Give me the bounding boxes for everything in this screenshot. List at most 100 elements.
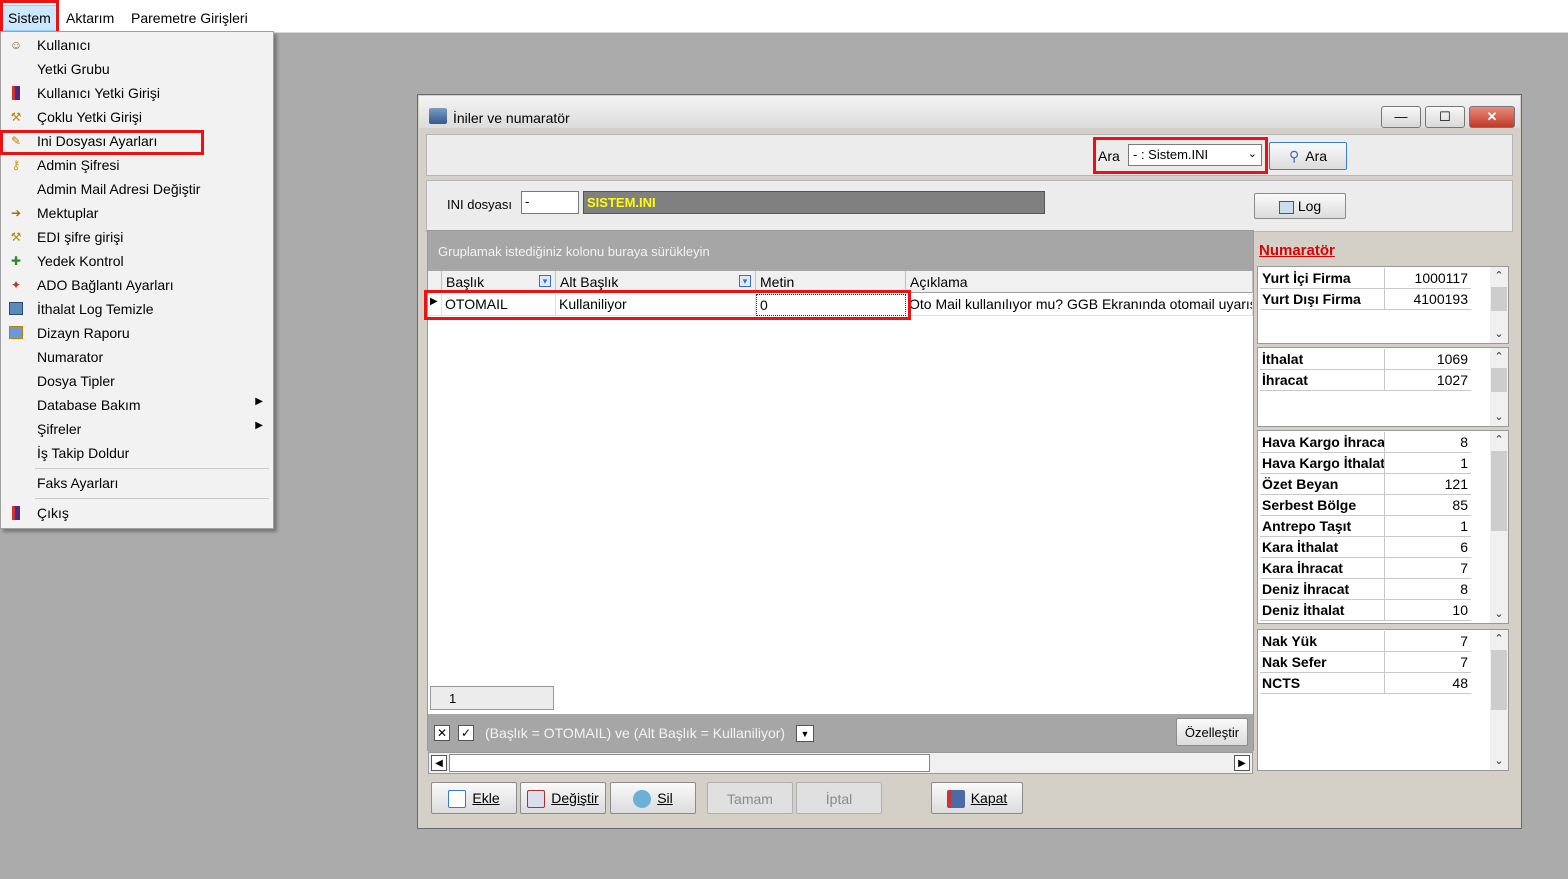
numarator-row[interactable]: Antrepo Taşıt 1 [1260,516,1471,537]
tamam-button[interactable]: Tamam [707,782,793,814]
cell-alt-baslik[interactable]: Kullaniliyor [556,294,756,316]
ini-grid: Gruplamak istediğiniz kolonu buraya sürü… [427,230,1254,752]
menu-item-faks-ayarlari[interactable]: Faks Ayarları [1,472,273,496]
numarator-row[interactable]: Hava Kargo İthalat 1 [1260,453,1471,474]
menu-item-dosya-tipler[interactable]: Dosya Tipler [1,370,273,394]
log-button[interactable]: Log [1254,193,1346,219]
menu-item-kullanici[interactable]: ☺ Kullanıcı [1,34,273,58]
iptal-button[interactable]: İptal [796,782,882,814]
log-icon [8,301,24,317]
numarator-row[interactable]: NCTS 48 [1260,673,1471,694]
column-header-baslik[interactable]: Başlık ▾ [442,271,556,293]
menu-item-ithalat-log-temizle[interactable]: İthalat Log Temizle [1,298,273,322]
numarator-title: Numaratör [1259,242,1335,259]
report-icon [8,325,24,341]
numarator-row[interactable]: Yurt İçi Firma 1000117 [1260,268,1471,289]
numarator-row[interactable]: İthalat 1069 [1260,349,1471,370]
ekle-button[interactable]: Ekle [431,782,517,814]
menu-item-mektuplar[interactable]: ➔ Mektuplar [1,202,273,226]
chevron-down-icon[interactable]: ⌄ [1490,752,1508,770]
vertical-scrollbar[interactable]: ⌃ ⌄ [1490,267,1508,343]
cell-baslik[interactable]: OTOMAIL [442,294,556,316]
menu-item-kullanici-yetki-girisi[interactable]: Kullanıcı Yetki Girişi [1,82,273,106]
menubar: Sistem Aktarım Paremetre Girişleri [0,0,1568,33]
minimize-button[interactable]: — [1381,106,1421,128]
chevron-down-icon[interactable]: ⌄ [1490,325,1508,343]
filter-icon[interactable]: ▾ [739,275,751,287]
cell-aciklama[interactable]: Oto Mail kullanılıyor mu? GGB Ekranında … [906,294,1253,316]
chevron-up-icon[interactable]: ⌃ [1490,431,1508,449]
numarator-row[interactable]: Kara İthalat 6 [1260,537,1471,558]
menu-paremetre-girisleri[interactable]: Paremetre Girişleri [131,10,248,26]
menu-item-database-bakim[interactable]: Database Bakım ▶ [1,394,273,418]
numarator-row[interactable]: Nak Yük 7 [1260,631,1471,652]
numarator-group-tasima: Hava Kargo İhracat 8 Hava Kargo İthalat 1 … [1257,430,1509,624]
column-header-alt-baslik[interactable]: Alt Başlık ▾ [556,271,756,293]
cell-metin[interactable]: 0 [756,294,906,316]
chevron-up-icon[interactable]: ⌃ [1490,348,1508,366]
chevron-down-icon[interactable]: ⌄ [1490,605,1508,623]
row-indicator-icon: ▶ [428,294,442,316]
vertical-scrollbar[interactable]: ⌃ ⌄ [1490,431,1508,623]
maximize-button[interactable]: ☐ [1425,106,1465,128]
scroll-thumb[interactable] [449,754,930,772]
scroll-left-icon[interactable]: ◀ [431,755,447,771]
chevron-up-icon[interactable]: ⌃ [1490,630,1508,648]
numarator-row[interactable]: Özet Beyan 121 [1260,474,1471,495]
exit-icon [8,505,24,521]
menu-item-yedek-kontrol[interactable]: ✚ Yedek Kontrol [1,250,273,274]
edit-icon: ✎ [10,134,22,148]
chevron-down-icon[interactable]: ⌄ [1490,408,1508,426]
menu-sistem[interactable]: Sistem [2,5,57,31]
search-select[interactable]: - : Sistem.INI ⌄ [1128,144,1262,166]
menu-item-is-takip-doldur[interactable]: İş Takip Doldur [1,442,273,466]
ini-code-field[interactable]: - [521,191,579,214]
filter-dropdown-icon[interactable]: ▼ [796,725,814,742]
menu-item-dizayn-raporu[interactable]: Dizayn Raporu [1,322,273,346]
clear-filter-icon[interactable]: ✕ [434,725,450,741]
ini-panel: INI dosyası - SISTEM.INI Log [426,180,1513,232]
menu-item-coklu-yetki-girisi[interactable]: ⚒ Çoklu Yetki Girişi [1,106,273,130]
numarator-panel: Numaratör Yurt İçi Firma 1000117 Yurt Dış… [1257,233,1511,775]
column-header-metin[interactable]: Metin [756,271,906,293]
numarator-row[interactable]: Hava Kargo İhracat 8 [1260,432,1471,453]
scroll-thumb[interactable] [1491,650,1507,710]
numarator-row[interactable]: Kara İhracat 7 [1260,558,1471,579]
filter-active-checkbox[interactable]: ✓ [458,725,474,741]
numarator-row[interactable]: Deniz İthalat 10 [1260,600,1471,621]
scroll-thumb[interactable] [1491,287,1507,311]
horizontal-scrollbar[interactable]: ◀ ▶ [428,752,1253,774]
menu-item-admin-mail[interactable]: Admin Mail Adresi Değiştir [1,178,273,202]
menu-item-admin-sifresi[interactable]: ⚷ Admin Şifresi [1,154,273,178]
sil-button[interactable]: Sil [610,782,696,814]
menu-aktarim[interactable]: Aktarım [66,10,114,26]
kapat-button[interactable]: Kapat [931,782,1023,814]
scroll-thumb[interactable] [1491,368,1507,392]
numarator-row[interactable]: Deniz İhracat 8 [1260,579,1471,600]
vertical-scrollbar[interactable]: ⌃ ⌄ [1490,630,1508,770]
close-button[interactable]: ✕ [1469,106,1515,128]
vertical-scrollbar[interactable]: ⌃ ⌄ [1490,348,1508,426]
menu-item-ini-dosyasi-ayarlari[interactable]: ✎ Ini Dosyası Ayarları [1,130,273,154]
column-header-aciklama[interactable]: Açıklama [906,271,1253,293]
degistir-button[interactable]: Değiştir [520,782,606,814]
scroll-thumb[interactable] [1491,451,1507,531]
numarator-row[interactable]: Serbest Bölge 85 [1260,495,1471,516]
numarator-row[interactable]: Nak Sefer 7 [1260,652,1471,673]
recycle-bin-icon [633,790,652,809]
menu-item-sifreler[interactable]: Şifreler ▶ [1,418,273,442]
filter-icon[interactable]: ▾ [539,275,551,287]
scroll-right-icon[interactable]: ▶ [1234,755,1250,771]
menu-item-cikis[interactable]: Çıkış [1,502,273,526]
chevron-up-icon[interactable]: ⌃ [1490,267,1508,285]
ozellestir-button[interactable]: Özelleştir [1176,718,1248,746]
search-button[interactable]: ⚲ Ara [1269,142,1347,170]
numarator-row[interactable]: İhracat 1027 [1260,370,1471,391]
menu-item-edi-sifre[interactable]: ⚒ EDI şifre girişi [1,226,273,250]
menu-item-numarator[interactable]: Numarator [1,346,273,370]
log-icon [1278,200,1294,214]
search-label: Ara [1098,148,1120,164]
menu-item-yetki-grubu[interactable]: Yetki Grubu [1,58,273,82]
numarator-row[interactable]: Yurt Dışı Firma 4100193 [1260,289,1471,310]
menu-item-ado-baglanti[interactable]: ✦ ADO Bağlantı Ayarları [1,274,273,298]
